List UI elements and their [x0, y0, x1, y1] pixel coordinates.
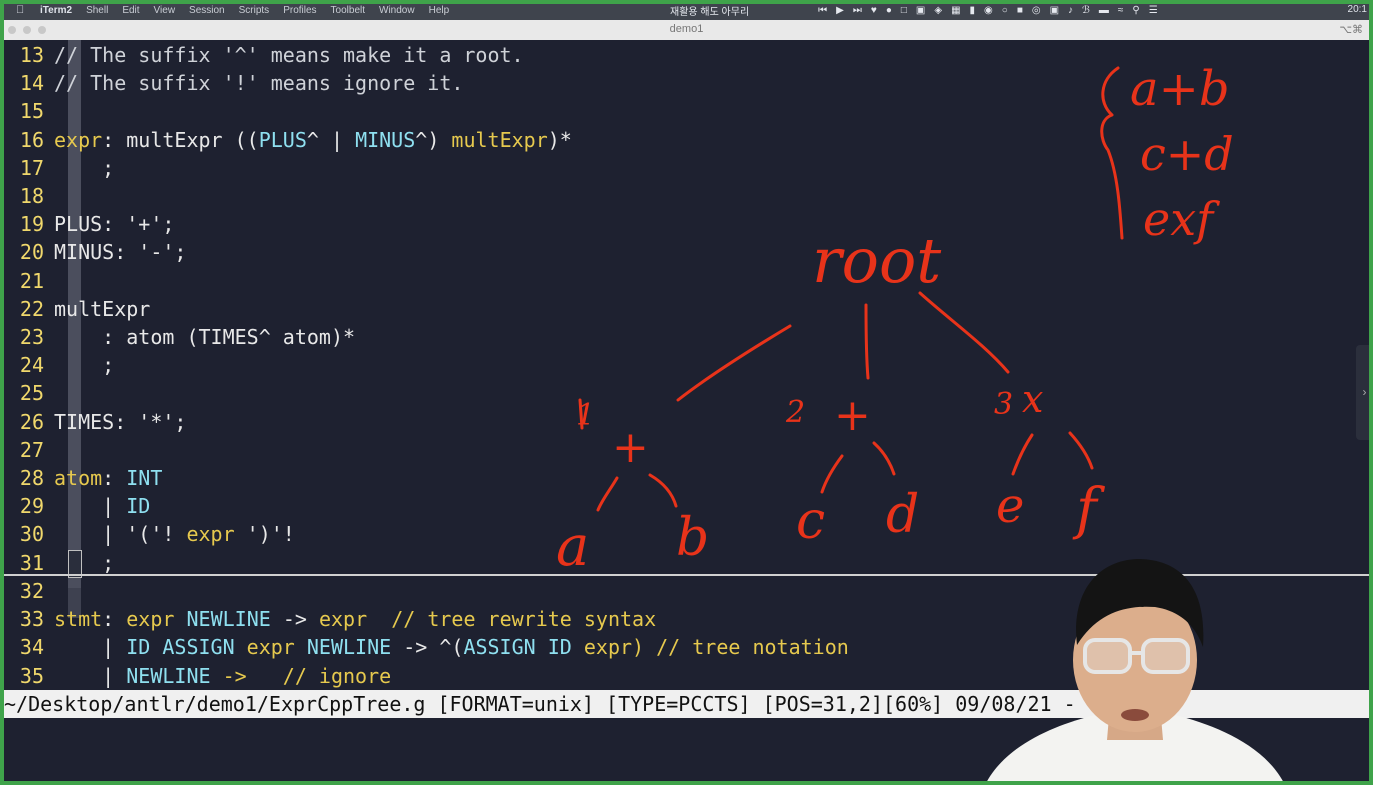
tree-edge [676, 324, 792, 402]
tree-edge [648, 473, 678, 508]
tree-edge [918, 291, 1010, 374]
list-item-label: exf [1143, 192, 1220, 246]
glasses-lens [1141, 638, 1190, 674]
tree-node-label: 1 [576, 398, 595, 433]
mouth-shape [1121, 709, 1149, 721]
tree-node-label: f [1072, 477, 1106, 542]
tree-edge [872, 441, 896, 476]
tree-node-label: d [886, 485, 919, 545]
tree-node-label: + [612, 422, 649, 473]
tree-node-label: e [996, 478, 1024, 534]
tree-node-label: a [556, 514, 589, 579]
tree-edge [820, 454, 844, 494]
tree-node-label: x [1022, 377, 1043, 421]
tree-edge [1011, 433, 1034, 476]
tree-node-label: c [796, 491, 825, 551]
list-item-label: a+b [1130, 61, 1230, 117]
list-item-label: c+d [1140, 127, 1234, 181]
glasses-lens [1083, 638, 1132, 674]
brace-stroke [1100, 66, 1124, 240]
tree-edge [1068, 431, 1094, 470]
tree-root-label: root [812, 224, 941, 297]
tree-edge [596, 476, 619, 512]
tree-node-label: + [834, 390, 871, 441]
presenter-webcam-overlay [985, 559, 1285, 785]
tree-node-label: 3 [994, 387, 1013, 422]
tree-node-label: 2 [785, 395, 805, 430]
tree-node-label: b [676, 508, 709, 568]
tree-edge [864, 303, 870, 380]
